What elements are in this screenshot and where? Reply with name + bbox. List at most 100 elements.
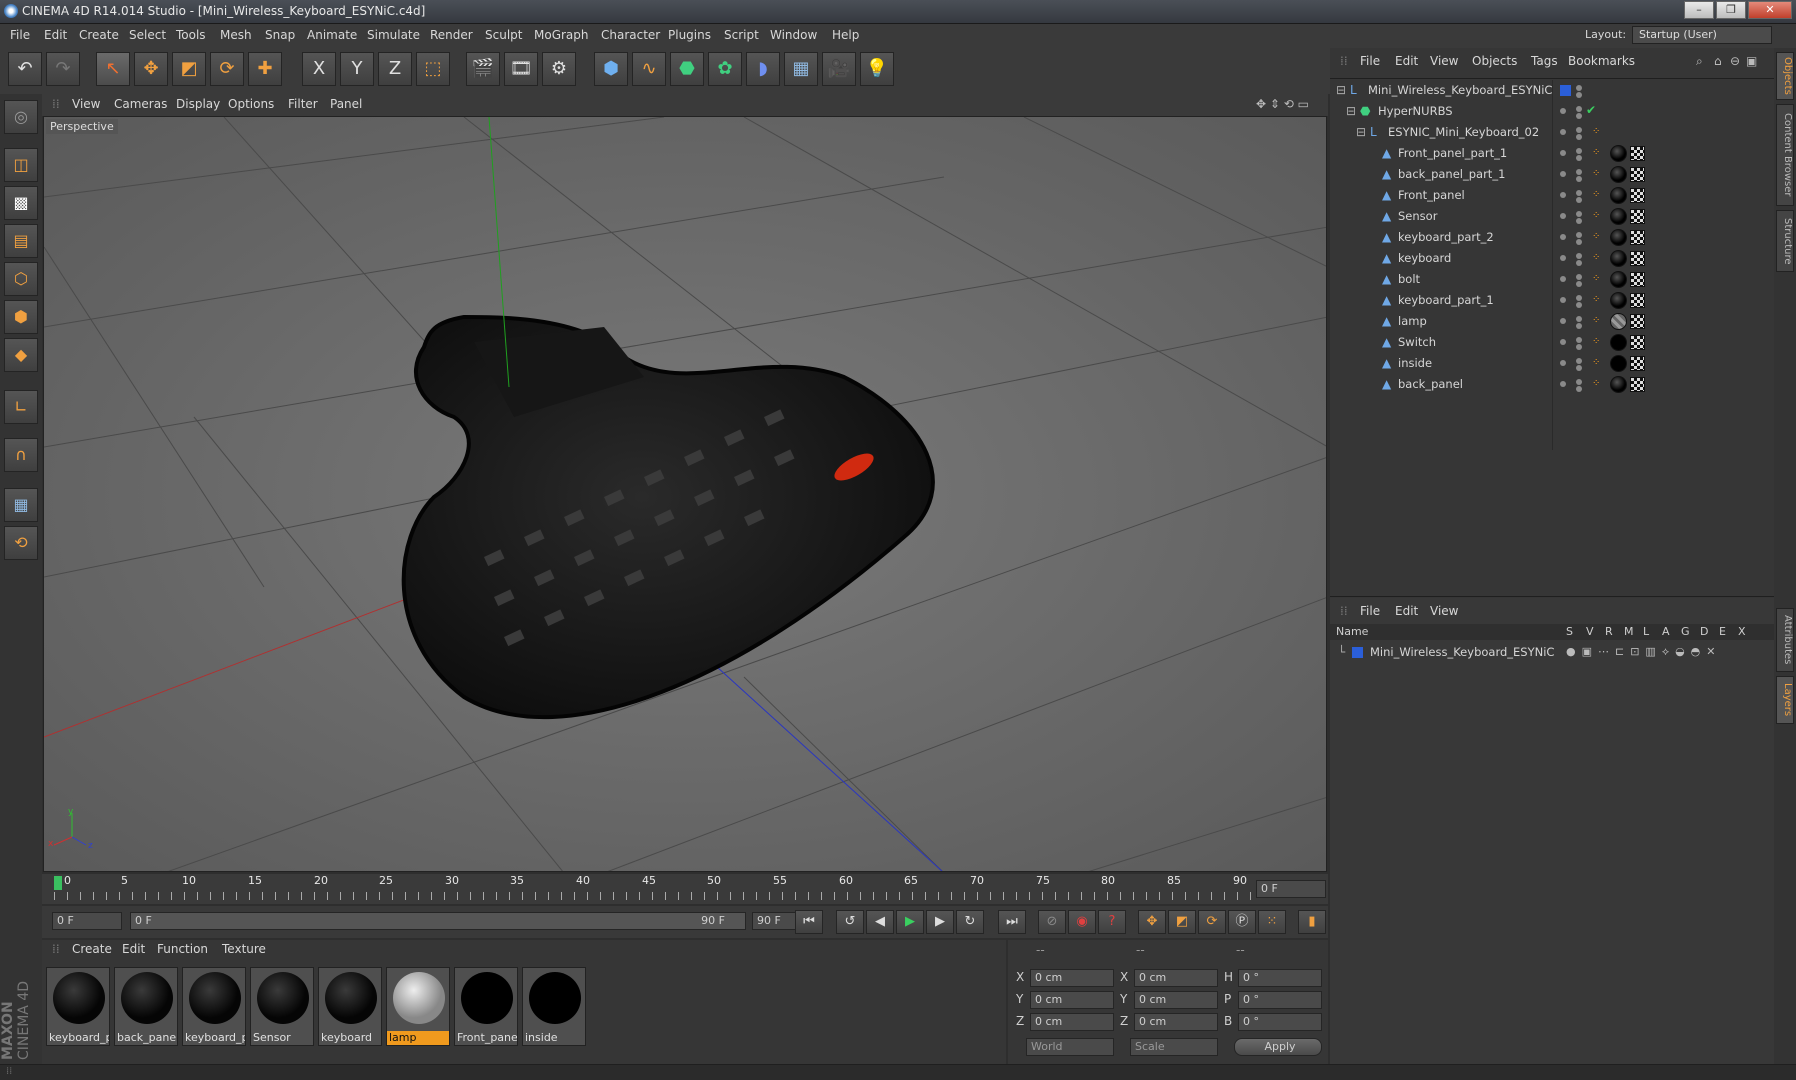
objects-menu-edit[interactable]: Edit: [1395, 54, 1418, 68]
render-view-icon[interactable]: 🎬: [466, 52, 500, 86]
visibility-dot[interactable]: [1560, 213, 1566, 219]
column-manager[interactable]: M: [1624, 625, 1634, 638]
menu-simulate[interactable]: Simulate: [367, 28, 420, 42]
prev-nav-icon[interactable]: ⊖: [1730, 54, 1740, 68]
key-parameter-icon[interactable]: Ⓟ: [1228, 910, 1256, 934]
render-dot[interactable]: [1576, 197, 1582, 203]
object-row[interactable]: ▲ back_panel ⁘: [1330, 374, 1774, 395]
material-tag-icon[interactable]: [1610, 334, 1627, 351]
uvw-tag-icon[interactable]: [1630, 335, 1645, 350]
material-swatch[interactable]: Front_pane: [454, 967, 518, 1046]
material-tag-icon[interactable]: [1610, 229, 1627, 246]
object-row[interactable]: ▲ lamp ⁘: [1330, 311, 1774, 332]
menu-tools[interactable]: Tools: [176, 28, 206, 42]
coord-system-dropdown[interactable]: World: [1026, 1038, 1114, 1056]
render-picture-icon[interactable]: 🎞: [504, 52, 538, 86]
menu-render[interactable]: Render: [430, 28, 473, 42]
uvw-tag-icon[interactable]: [1630, 377, 1645, 392]
render-dot[interactable]: [1576, 344, 1582, 350]
visibility-dot[interactable]: [1560, 360, 1566, 366]
menu-select[interactable]: Select: [129, 28, 166, 42]
layers-menu-view[interactable]: View: [1430, 604, 1458, 618]
expand-icon[interactable]: ⊟: [1346, 104, 1356, 118]
timeline-ruler[interactable]: 0 5 10 15 20 25 30 35 40 45 50 55 60 65 …: [42, 874, 1328, 904]
material-swatch[interactable]: keyboard_p: [46, 967, 110, 1046]
editor-dot[interactable]: [1576, 274, 1582, 280]
coord-mode-dropdown[interactable]: Scale: [1130, 1038, 1218, 1056]
menu-file[interactable]: File: [10, 28, 30, 42]
column-solo[interactable]: S: [1566, 625, 1573, 638]
column-locked[interactable]: L: [1643, 625, 1649, 638]
deformer-icon[interactable]: ◗: [746, 52, 780, 86]
object-row[interactable]: ⊟ ᒪ Mini_Wireless_Keyboard_ESYNiC: [1330, 80, 1774, 101]
viewport-menu-filter[interactable]: Filter: [288, 97, 318, 111]
position-z-field[interactable]: 0 cm: [1030, 1013, 1114, 1031]
material-tag-icon[interactable]: [1610, 187, 1627, 204]
object-row[interactable]: ▲ back_panel_part_1 ⁘: [1330, 164, 1774, 185]
key-scale-icon[interactable]: ◩: [1168, 910, 1196, 934]
material-swatch[interactable]: back_pane: [114, 967, 178, 1046]
render-dot[interactable]: [1576, 260, 1582, 266]
redo-icon[interactable]: ↷: [46, 52, 80, 86]
frame-range-slider[interactable]: 0 F 90 F: [130, 912, 746, 930]
column-generators[interactable]: G: [1681, 625, 1690, 638]
menu-script[interactable]: Script: [724, 28, 759, 42]
expand-icon[interactable]: ⊟: [1336, 83, 1346, 97]
close-button[interactable]: ✕: [1748, 1, 1792, 19]
rotation-h-field[interactable]: 0 °: [1238, 969, 1322, 987]
3d-viewport[interactable]: Perspective y x z: [43, 116, 1327, 872]
viewport-menu-cameras[interactable]: Cameras: [114, 97, 167, 111]
timeline-playhead[interactable]: [54, 876, 62, 890]
size-z-field[interactable]: 0 cm: [1134, 1013, 1218, 1031]
render-dot[interactable]: [1576, 155, 1582, 161]
editor-dot[interactable]: [1576, 211, 1582, 217]
expand-icon[interactable]: ⊟: [1356, 125, 1366, 139]
column-expressions[interactable]: E: [1719, 625, 1726, 638]
render-settings-icon[interactable]: ⚙: [542, 52, 576, 86]
world-coord-icon[interactable]: ⬚: [416, 52, 450, 86]
scale-icon[interactable]: ◩: [172, 52, 206, 86]
layer-row[interactable]: └ Mini_Wireless_Keyboard_ESYNiC ●▣⋯⊏⊡▥⟡◒…: [1330, 642, 1774, 663]
material-tag-icon[interactable]: [1610, 250, 1627, 267]
menu-sculpt[interactable]: Sculpt: [485, 28, 522, 42]
lock-workplane-icon[interactable]: ▦: [4, 488, 38, 522]
edges-mode-icon[interactable]: ⬢: [4, 300, 38, 334]
size-y-field[interactable]: 0 cm: [1134, 991, 1218, 1009]
layout-dropdown[interactable]: Startup (User): [1632, 26, 1772, 44]
y-axis-icon[interactable]: Y: [340, 52, 374, 86]
menu-mesh[interactable]: Mesh: [220, 28, 252, 42]
column-visible[interactable]: V: [1586, 625, 1594, 638]
key-rotation-icon[interactable]: ⟳: [1198, 910, 1226, 934]
menu-window[interactable]: Window: [770, 28, 817, 42]
viewport-menu-view[interactable]: View: [72, 97, 100, 111]
workplane-icon[interactable]: ▤: [4, 224, 38, 258]
material-tag-icon[interactable]: [1610, 292, 1627, 309]
editor-dot[interactable]: [1576, 358, 1582, 364]
render-dot[interactable]: [1576, 176, 1582, 182]
object-row[interactable]: ▲ Front_panel ⁘: [1330, 185, 1774, 206]
next-key-icon[interactable]: ↻: [956, 910, 984, 934]
material-swatch[interactable]: inside: [522, 967, 586, 1046]
editor-dot[interactable]: [1576, 190, 1582, 196]
live-select-icon[interactable]: ↖: [96, 52, 130, 86]
column-name[interactable]: Name: [1336, 625, 1368, 638]
render-dot[interactable]: [1576, 218, 1582, 224]
render-dot[interactable]: [1576, 323, 1582, 329]
material-tag-icon[interactable]: [1610, 166, 1627, 183]
column-xref[interactable]: X: [1738, 625, 1746, 638]
material-tag-icon[interactable]: [1610, 313, 1627, 330]
move-icon[interactable]: ✥: [134, 52, 168, 86]
visibility-dot[interactable]: [1560, 108, 1566, 114]
snap-magnet-icon[interactable]: ∩: [4, 438, 38, 472]
editor-dot[interactable]: [1576, 127, 1582, 133]
uvw-tag-icon[interactable]: [1630, 314, 1645, 329]
material-tag-icon[interactable]: [1610, 271, 1627, 288]
menu-create[interactable]: Create: [79, 28, 119, 42]
uvw-tag-icon[interactable]: [1630, 146, 1645, 161]
visibility-dot[interactable]: [1560, 297, 1566, 303]
home-icon[interactable]: ⌂: [1714, 54, 1722, 68]
visibility-dot[interactable]: [1560, 150, 1566, 156]
uvw-tag-icon[interactable]: [1630, 167, 1645, 182]
material-swatch[interactable]: Sensor: [250, 967, 314, 1046]
layer-toggle-icons[interactable]: ●▣⋯⊏⊡▥⟡◒◓✕: [1566, 645, 1722, 659]
